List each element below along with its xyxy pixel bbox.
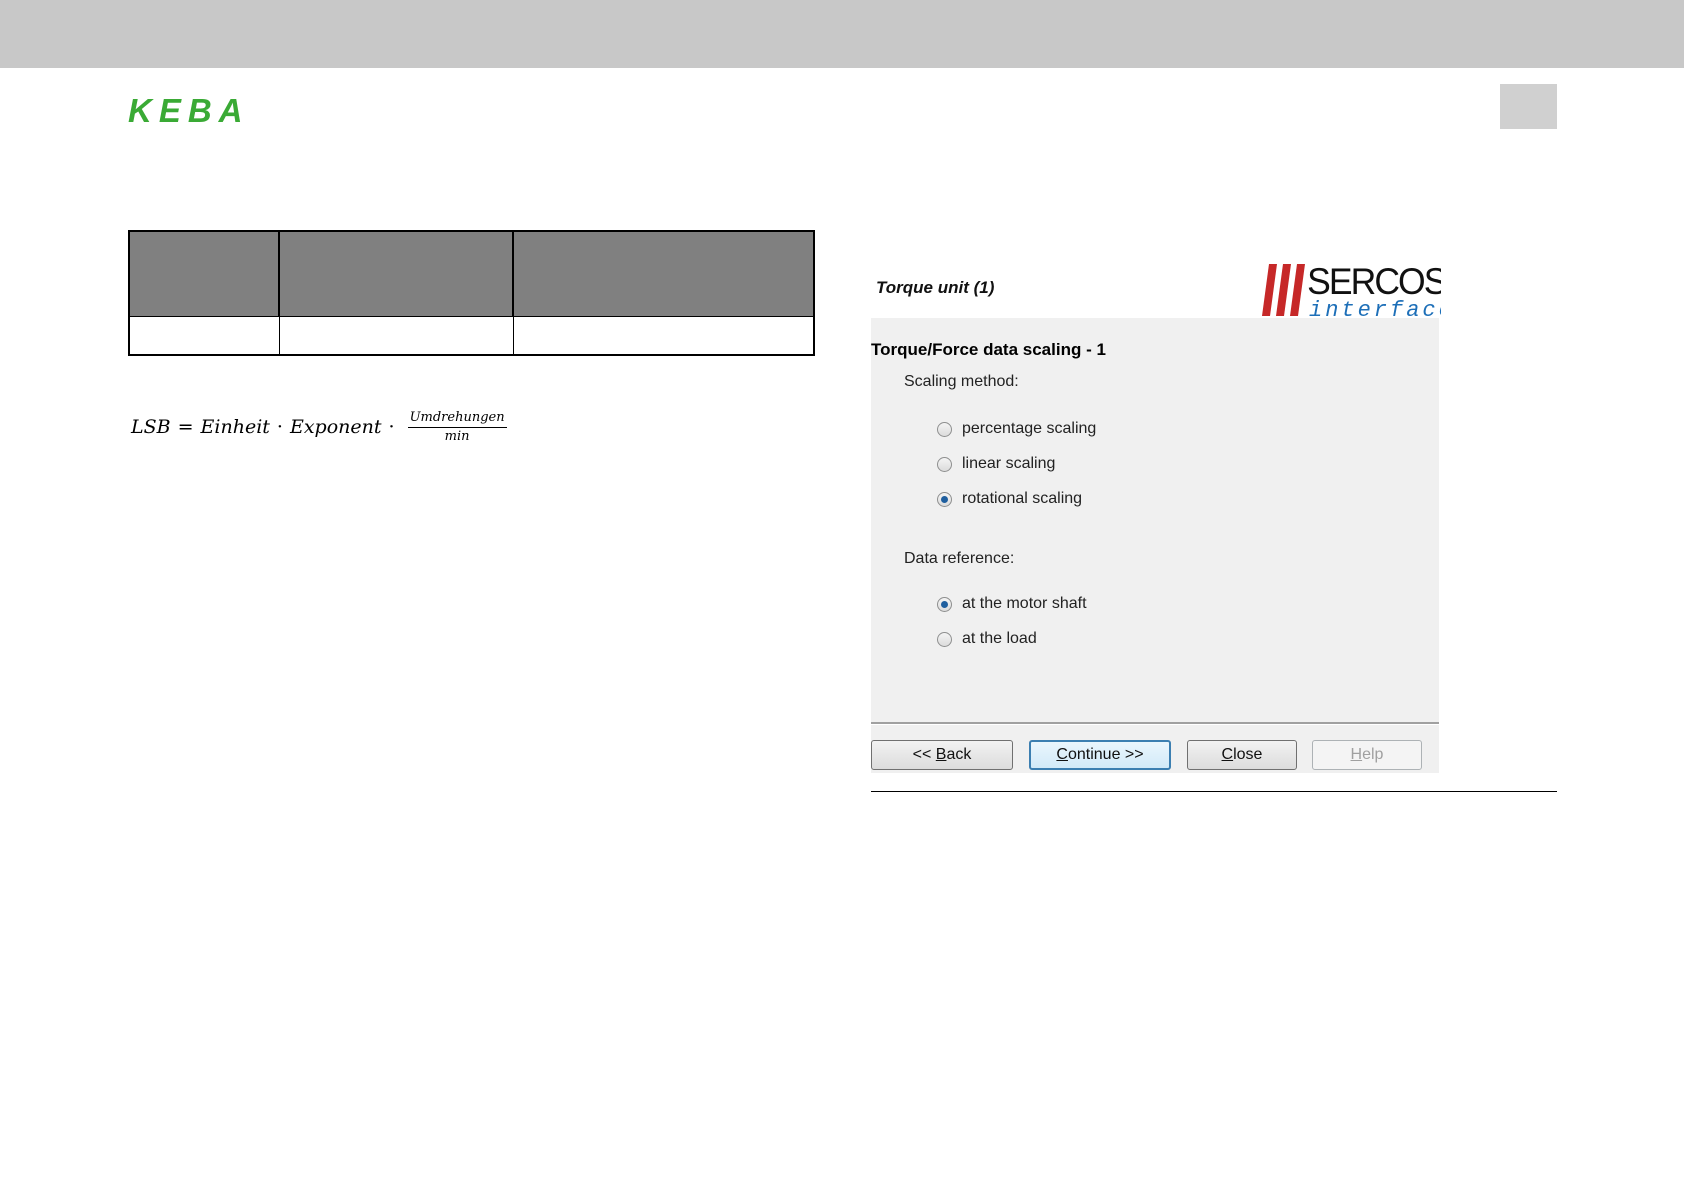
radio-label: at the load xyxy=(962,630,1037,647)
formula-dot: · xyxy=(276,416,283,438)
formula-equals: = xyxy=(177,416,194,438)
continue-button[interactable]: Continue >> xyxy=(1029,740,1171,770)
scaling-method-label: Scaling method: xyxy=(904,373,1019,390)
table-header-cell xyxy=(278,230,514,317)
formula-fraction: Umdrehungen min xyxy=(407,410,507,444)
formula-term-exponent: Exponent xyxy=(289,416,382,438)
dialog-body: Torque/Force data scaling - 1 Scaling me… xyxy=(871,318,1439,773)
parameter-table xyxy=(128,230,815,356)
dialog-title: Torque unit (1) xyxy=(876,278,995,297)
radio-rotational-scaling[interactable]: rotational scaling xyxy=(937,490,1082,508)
radio-button[interactable] xyxy=(937,491,952,507)
table-row xyxy=(128,316,815,356)
table-header-row xyxy=(128,230,815,317)
dialog-header: Torque unit (1) SERCOS interface xyxy=(871,250,1441,318)
help-button-label: elp xyxy=(1362,746,1384,763)
back-button-access-key: B xyxy=(935,746,947,763)
formula-term-einheit: Einheit xyxy=(200,416,270,438)
radio-linear-scaling[interactable]: linear scaling xyxy=(937,455,1055,473)
radio-button[interactable] xyxy=(937,421,952,437)
page-number-badge xyxy=(1500,84,1557,129)
help-button-access-key: H xyxy=(1350,746,1363,763)
back-button-prefix: << xyxy=(912,746,936,763)
keba-logo: KEBA xyxy=(128,95,250,125)
table-cell xyxy=(128,316,280,356)
continue-button-access-key: C xyxy=(1056,746,1068,763)
svg-text:interface: interface xyxy=(1309,298,1441,318)
continue-button-label: ontinue >> xyxy=(1067,746,1144,763)
table-cell xyxy=(278,316,514,356)
back-button[interactable]: << Back xyxy=(871,740,1013,770)
radio-button[interactable] xyxy=(937,456,952,472)
radio-label: percentage scaling xyxy=(962,420,1097,437)
table-header-cell xyxy=(512,230,815,317)
radio-percentage-scaling[interactable]: percentage scaling xyxy=(937,420,1096,438)
radio-button[interactable] xyxy=(937,631,952,647)
radio-button[interactable] xyxy=(937,596,952,612)
close-button-label: lose xyxy=(1233,746,1263,763)
table-header-cell xyxy=(128,230,280,317)
close-button-access-key: C xyxy=(1221,746,1234,763)
fraction-numerator: Umdrehungen xyxy=(407,410,507,428)
svg-text:SERCOS: SERCOS xyxy=(1307,260,1441,302)
sercos-interface-logo: SERCOS interface xyxy=(1262,260,1441,318)
back-button-label: ack xyxy=(946,746,972,763)
radio-label: rotational scaling xyxy=(962,490,1083,507)
radio-at-load[interactable]: at the load xyxy=(937,630,1037,648)
data-reference-label: Data reference: xyxy=(904,550,1015,567)
radio-label: linear scaling xyxy=(962,455,1056,472)
formula-lhs: LSB xyxy=(131,416,171,438)
top-bar xyxy=(0,0,1684,68)
svg-text:KEBA: KEBA xyxy=(128,95,250,125)
figure-rule xyxy=(871,791,1557,792)
lsb-formula: LSB = Einheit · Exponent · Umdrehungen m… xyxy=(131,410,507,444)
fraction-denominator: min xyxy=(444,429,470,444)
help-button[interactable]: Help xyxy=(1312,740,1422,770)
radio-at-motor-shaft[interactable]: at the motor shaft xyxy=(937,595,1087,613)
section-title: Torque/Force data scaling - 1 xyxy=(871,340,1106,359)
radio-label: at the motor shaft xyxy=(962,595,1087,612)
close-button[interactable]: Close xyxy=(1187,740,1297,770)
button-separator xyxy=(871,722,1439,725)
table-cell xyxy=(512,316,815,356)
formula-dot: · xyxy=(388,416,395,438)
